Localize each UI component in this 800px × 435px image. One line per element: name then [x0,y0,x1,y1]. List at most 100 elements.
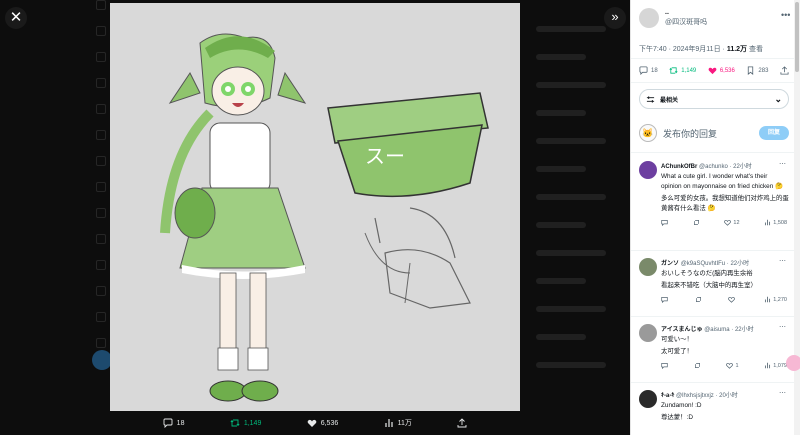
reply-action[interactable]: 18 [163,418,185,428]
reply-view-count: 1,508 [773,219,787,226]
reply-count: 18 [176,419,185,427]
comment-icon [163,418,173,428]
expand-icon[interactable]: » [604,7,626,29]
reply-view-count: 1,270 [773,296,787,303]
divider [631,58,795,59]
reply-like-count: 1 [735,362,739,369]
repost-icon [695,297,701,302]
close-icon[interactable]: ✕ [5,7,27,29]
more-options-icon[interactable]: ••• [781,10,790,20]
more-options-icon[interactable]: ⋯ [779,160,786,168]
comment-icon [661,220,668,226]
repost-icon [694,363,700,368]
avatar: 🐱 [639,124,657,142]
avatar[interactable] [639,161,657,179]
reply-composer: 🐱 发布你的回复 回复 [639,122,789,144]
post-image[interactable]: スー [110,3,520,411]
avatar[interactable] [639,8,659,28]
sort-dropdown[interactable]: 最相关 ⌄ [639,89,789,109]
views-icon [385,419,393,427]
reply-translation: 多么可爱的女孩。我想知道他们对炸鸡上的蛋黄酱有什么看法 🤔 [661,195,789,212]
post-views-label: 查看 [747,46,764,53]
post-meta: 下午7:40 · 2024年9月11日 · 11.2万 查看 [639,44,763,54]
reply-like-action[interactable]: 12 [724,219,740,226]
reply-like-action[interactable]: 1 [726,362,739,369]
reply-views-action[interactable]: 1,270 [764,296,787,303]
display-name: .. [665,9,669,16]
repost-count: 1,149 [681,67,697,74]
background-post-button [92,350,112,370]
divider [631,250,795,251]
views-action[interactable]: 11万 [384,418,412,428]
post-detail-panel: .. @四汉斑哥吗 ••• 下午7:40 · 2024年9月11日 · 11.2… [630,0,800,435]
comment-icon [661,297,668,303]
reply-header: アイスまんじゅ @aisuma · 22小时 [661,324,789,333]
divider [631,152,795,153]
post-author[interactable]: .. @四汉斑哥吗 [639,8,707,28]
reply-stat[interactable]: 18 [639,66,658,75]
repost-icon [693,220,699,225]
avatar[interactable] [639,258,657,276]
reply-comment-action[interactable] [661,219,668,226]
reply-translation: 看起来不错吃（大脑中的再生室） [661,282,757,289]
share-icon [780,66,789,75]
reply-views-action[interactable]: 1,508 [764,219,787,226]
reply-like-action[interactable] [728,296,737,303]
reply-author: ｷ-a-ｷ [661,393,675,399]
reply-author: AChunkOfBr [661,164,698,170]
divider [631,82,795,83]
reply-like-count: 12 [733,219,740,226]
share-stat[interactable] [780,66,789,75]
reply-comment-action[interactable] [661,296,668,303]
reply-actions: 12 1,508 [661,219,787,226]
heart-icon [726,362,734,369]
floating-extension-button[interactable] [786,355,800,371]
scrollbar-thumb[interactable] [795,2,799,72]
reply-view-count: 1,079 [773,362,787,369]
reply-text: What a cute girl. I wonder what's their … [661,173,783,190]
reply-handle: @aisuma · 22小时 [704,327,754,333]
reply-header: AChunkOfBr @achunko · 22小时 [661,161,789,170]
reply-count: 18 [651,67,658,74]
repost-stat[interactable]: 1,149 [669,66,696,75]
more-options-icon[interactable]: ⋯ [779,257,786,265]
reply-handle: @lhxhsjsjtxxjz · 20小时 [676,393,738,399]
divider [631,316,795,317]
post-stats: 18 1,149 6,536 283 [639,66,789,75]
like-stat[interactable]: 6,536 [708,66,735,75]
reply-views-action[interactable]: 1,079 [764,362,787,369]
reply-repost-action[interactable] [695,296,702,303]
repost-action[interactable]: 1,149 [230,418,262,428]
reply-translation: 太可爱了！ [661,348,693,355]
more-options-icon[interactable]: ⋯ [779,389,786,397]
avatar[interactable] [639,390,657,408]
share-action[interactable] [457,418,467,428]
bookmark-count: 283 [758,67,769,74]
chevron-down-icon: ⌄ [774,93,782,104]
reply-repost-action[interactable] [694,362,701,369]
media-viewer: ✕ » スー 18 1,149 6,536 11万 [0,0,630,435]
reply-text: 可爱い〜！ [661,336,693,343]
reply-button[interactable]: 回复 [759,126,789,140]
more-options-icon[interactable]: ⋯ [779,323,786,331]
views-icon [765,219,771,226]
post-time: 下午7:40 · 2024年9月11日 · [639,46,727,53]
heart-icon [728,296,736,303]
box-label: スー [365,144,405,168]
like-count: 6,536 [719,67,735,74]
media-action-bar: 18 1,149 6,536 11万 [110,411,520,435]
like-action[interactable]: 6,536 [307,418,338,428]
comment-icon [639,66,648,75]
views-icon [765,362,771,369]
reply-author: アイスまんじゅ [661,327,703,333]
reply-repost-action[interactable] [693,219,700,226]
repost-icon [230,419,240,427]
bookmark-stat[interactable]: 283 [746,66,768,75]
handle: @四汉斑哥吗 [665,19,708,26]
reply-input[interactable]: 发布你的回复 [663,127,717,140]
avatar[interactable] [639,324,657,342]
repost-count: 1,149 [243,419,262,427]
reply-comment-action[interactable] [661,362,668,369]
reply-author: ガンソ [661,261,680,267]
reply-text: Zundamon! :D [661,402,702,409]
